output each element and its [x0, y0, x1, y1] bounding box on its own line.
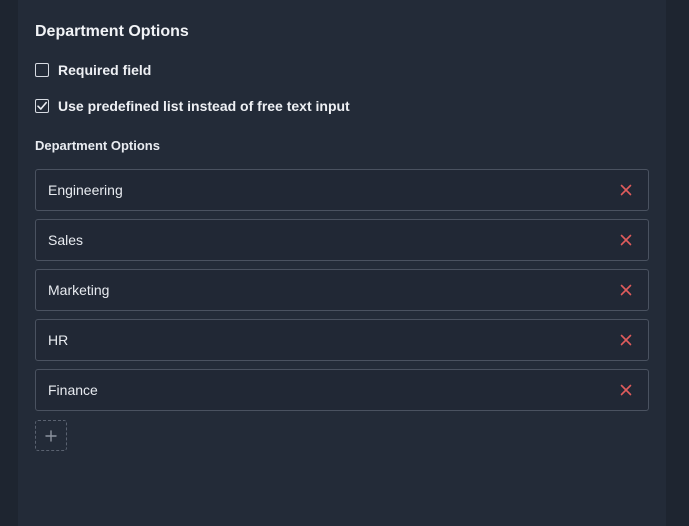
- checkbox-box[interactable]: [35, 63, 49, 77]
- close-icon: [620, 334, 632, 346]
- remove-option-button[interactable]: [618, 182, 634, 198]
- department-options-panel: Department Options Required field Use pr…: [18, 0, 666, 526]
- option-row[interactable]: HR: [35, 319, 649, 361]
- remove-option-button[interactable]: [618, 232, 634, 248]
- required-field-checkbox[interactable]: Required field: [35, 62, 151, 78]
- add-option-button[interactable]: [35, 420, 67, 451]
- checkmark-icon: [37, 101, 47, 110]
- options-subtitle: Department Options: [35, 138, 160, 153]
- plus-icon: [45, 429, 57, 442]
- predefined-list-checkbox[interactable]: Use predefined list instead of free text…: [35, 98, 350, 114]
- option-row[interactable]: Marketing: [35, 269, 649, 311]
- required-field-label: Required field: [58, 62, 152, 78]
- option-value[interactable]: Finance: [48, 382, 98, 398]
- predefined-list-label: Use predefined list instead of free text…: [58, 98, 350, 114]
- option-row[interactable]: Sales: [35, 219, 649, 261]
- checkbox-box[interactable]: [35, 99, 49, 113]
- remove-option-button[interactable]: [618, 282, 634, 298]
- option-value[interactable]: HR: [48, 332, 68, 348]
- option-row[interactable]: Engineering: [35, 169, 649, 211]
- option-value[interactable]: Engineering: [48, 182, 123, 198]
- close-icon: [620, 384, 632, 396]
- option-row[interactable]: Finance: [35, 369, 649, 411]
- option-value[interactable]: Sales: [48, 232, 83, 248]
- remove-option-button[interactable]: [618, 332, 634, 348]
- options-list: Engineering Sales Marketing HR Finance: [35, 169, 649, 419]
- close-icon: [620, 284, 632, 296]
- remove-option-button[interactable]: [618, 382, 634, 398]
- close-icon: [620, 184, 632, 196]
- option-value[interactable]: Marketing: [48, 282, 109, 298]
- section-title: Department Options: [35, 23, 189, 40]
- close-icon: [620, 234, 632, 246]
